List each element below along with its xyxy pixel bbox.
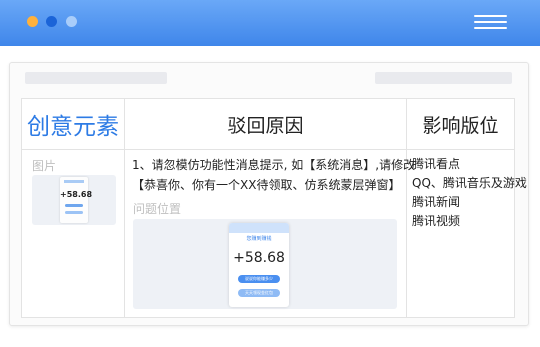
reason-line-2: 【恭喜你、你有一个XX待领取、仿系统蒙层弹窗】 — [132, 178, 401, 192]
header-rejection-reason: 驳回原因 — [227, 114, 304, 137]
creative-thumbnail[interactable]: +58.68 — [32, 175, 116, 225]
thumbnail-button — [65, 211, 83, 214]
placement-item: 腾讯新闻 — [412, 195, 461, 209]
window-title-bar — [0, 0, 540, 46]
phone-header-bar — [64, 180, 84, 183]
reason-line-1: 1、请忽模仿功能性消息提示, 如【系统消息】,请修改 — [132, 158, 416, 172]
placement-list: 腾讯看点 QQ、腾讯音乐及游戏 腾讯新闻 腾讯视频 — [412, 155, 527, 231]
phone-thumbnail: +58.68 — [60, 177, 93, 223]
header-divider — [22, 149, 514, 150]
placeholder-bar-left — [25, 72, 167, 84]
image-label: 图片 — [32, 159, 57, 173]
preview-button-2: 天天领现金红包 — [238, 289, 280, 297]
placement-item: QQ、腾讯音乐及游戏 — [412, 176, 527, 190]
header-creative-element: 创意元素 — [27, 114, 119, 140]
header-affected-placement: 影响版位 — [422, 114, 499, 137]
preview-top-text: 您赚到赚钱 — [246, 236, 272, 242]
rejection-reason-text: 1、请忽模仿功能性消息提示, 如【系统消息】,请修改 【恭喜你、你有一个XX待领… — [132, 155, 416, 195]
window-dot-orange[interactable] — [27, 16, 38, 27]
phone-preview: 您赚到赚钱 +58.68 说说你能赚多少 天天领现金红包 — [229, 223, 289, 307]
problem-preview[interactable]: 您赚到赚钱 +58.68 说说你能赚多少 天天领现金红包 — [133, 219, 397, 309]
phone-preview-header — [229, 223, 289, 233]
preview-button-1: 说说你能赚多少 — [238, 275, 280, 283]
thumbnail-amount: +58.68 — [60, 190, 93, 199]
preview-amount: +58.68 — [233, 250, 285, 266]
placement-item: 腾讯看点 — [412, 157, 461, 171]
window-dot-blue[interactable] — [46, 16, 57, 27]
placeholder-bar-right — [375, 72, 512, 84]
placement-item: 腾讯视频 — [412, 214, 461, 228]
rejection-table: 创意元素 驳回原因 影响版位 图片 +58.68 1、请忽模仿功能性消息提示, … — [21, 98, 527, 318]
thumbnail-button — [65, 204, 83, 207]
window-dot-light[interactable] — [66, 16, 77, 27]
problem-location-label: 问题位置 — [133, 202, 182, 216]
hamburger-menu-icon[interactable] — [474, 15, 507, 30]
